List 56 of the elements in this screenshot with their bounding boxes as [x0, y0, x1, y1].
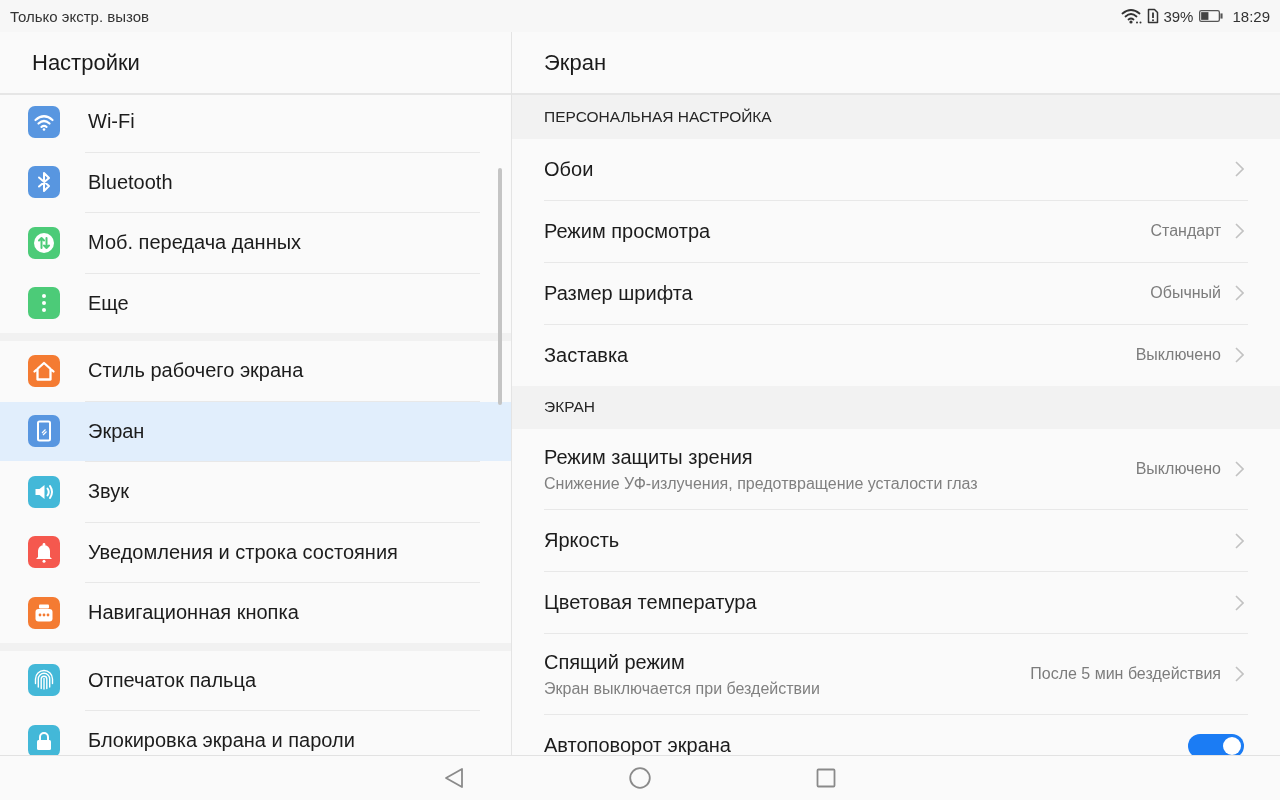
section-header: ЭКРАН — [512, 385, 1280, 429]
sidebar-item[interactable]: Навигационная кнопка — [0, 583, 511, 643]
sidebar-item[interactable]: Моб. передача данных — [0, 213, 511, 273]
sidebar-item[interactable]: Еще — [0, 273, 511, 333]
chevron-right-icon — [1235, 666, 1244, 682]
sidebar-item[interactable]: Уведомления и строка состояния — [0, 522, 511, 582]
pane-title: Экран — [544, 49, 607, 76]
setting-value: Выключено — [1135, 346, 1221, 364]
battery-percent: 39% — [1163, 7, 1194, 25]
setting-value: Обычный — [1150, 284, 1221, 302]
back-icon[interactable] — [443, 767, 465, 789]
chevron-right-icon — [1235, 461, 1244, 477]
wifi-signal-icon — [1121, 8, 1144, 24]
toggle-switch[interactable] — [1188, 733, 1244, 755]
sim-alert-icon — [1147, 8, 1160, 24]
setting-label: Режим защиты зрения — [544, 445, 754, 469]
setting-label: Режим просмотра — [544, 219, 712, 243]
sidebar-item[interactable]: Bluetooth — [0, 152, 511, 212]
setting-label: Обои — [544, 157, 595, 181]
sidebar-item[interactable]: Стиль рабочего экрана — [0, 341, 511, 401]
sidebar-item[interactable]: Блокировка экрана и пароли — [0, 711, 511, 755]
setting-label: Спящий режим — [544, 650, 686, 674]
chevron-right-icon — [1235, 223, 1244, 239]
sidebar-item[interactable]: Звук — [0, 462, 511, 522]
chevron-right-icon — [1235, 161, 1244, 177]
status-text: Только экстр. вызов — [10, 7, 149, 25]
chevron-right-icon — [1235, 347, 1244, 363]
pane-title: Настройки — [32, 49, 140, 76]
settings-row[interactable]: Заставка Выключено — [512, 324, 1280, 386]
settings-row[interactable]: Спящий режим Экран выключается при бездействии После 5 мин бездействия — [512, 634, 1280, 714]
setting-label: Заставка — [544, 343, 630, 367]
clock-time: 18:29 — [1232, 7, 1270, 25]
setting-description: Экран выключается при бездействии — [544, 679, 821, 698]
setting-description: Снижение УФ-излучения, предотвращение усталости глаз — [544, 474, 979, 493]
setting-label: Размер шрифта — [544, 281, 694, 305]
settings-row[interactable]: Цветовая температура — [512, 572, 1280, 633]
setting-value: Выключено — [1135, 460, 1221, 478]
sidebar-item[interactable]: Wi-Fi — [0, 95, 511, 152]
settings-row[interactable]: Обои — [512, 138, 1280, 200]
sidebar-item[interactable]: Экран — [0, 401, 511, 461]
chevron-right-icon — [1235, 532, 1244, 549]
setting-label: Яркость — [544, 529, 621, 552]
settings-row[interactable]: Режим просмотра Стандарт — [512, 200, 1280, 262]
square-icon[interactable] — [815, 767, 837, 789]
sidebar-item[interactable]: Отпечаток пальца — [0, 650, 511, 710]
setting-value: Стандарт — [1150, 222, 1221, 240]
circle-icon[interactable] — [629, 767, 651, 789]
settings-row[interactable]: Яркость — [512, 510, 1280, 571]
chevron-right-icon — [1235, 285, 1244, 301]
setting-label: Цветовая температура — [544, 591, 758, 614]
battery-icon — [1199, 10, 1224, 22]
section-header: ПЕРСОНАЛЬНАЯ НАСТРОЙКА — [512, 95, 1280, 139]
settings-row[interactable]: Режим защиты зрения Снижение УФ-излучения, предотвращение усталости глаз Выключено — [512, 429, 1280, 509]
setting-value: После 5 мин бездействия — [1030, 665, 1221, 683]
settings-row[interactable]: Размер шрифта Обычный — [512, 262, 1280, 324]
chevron-right-icon — [1235, 594, 1244, 611]
